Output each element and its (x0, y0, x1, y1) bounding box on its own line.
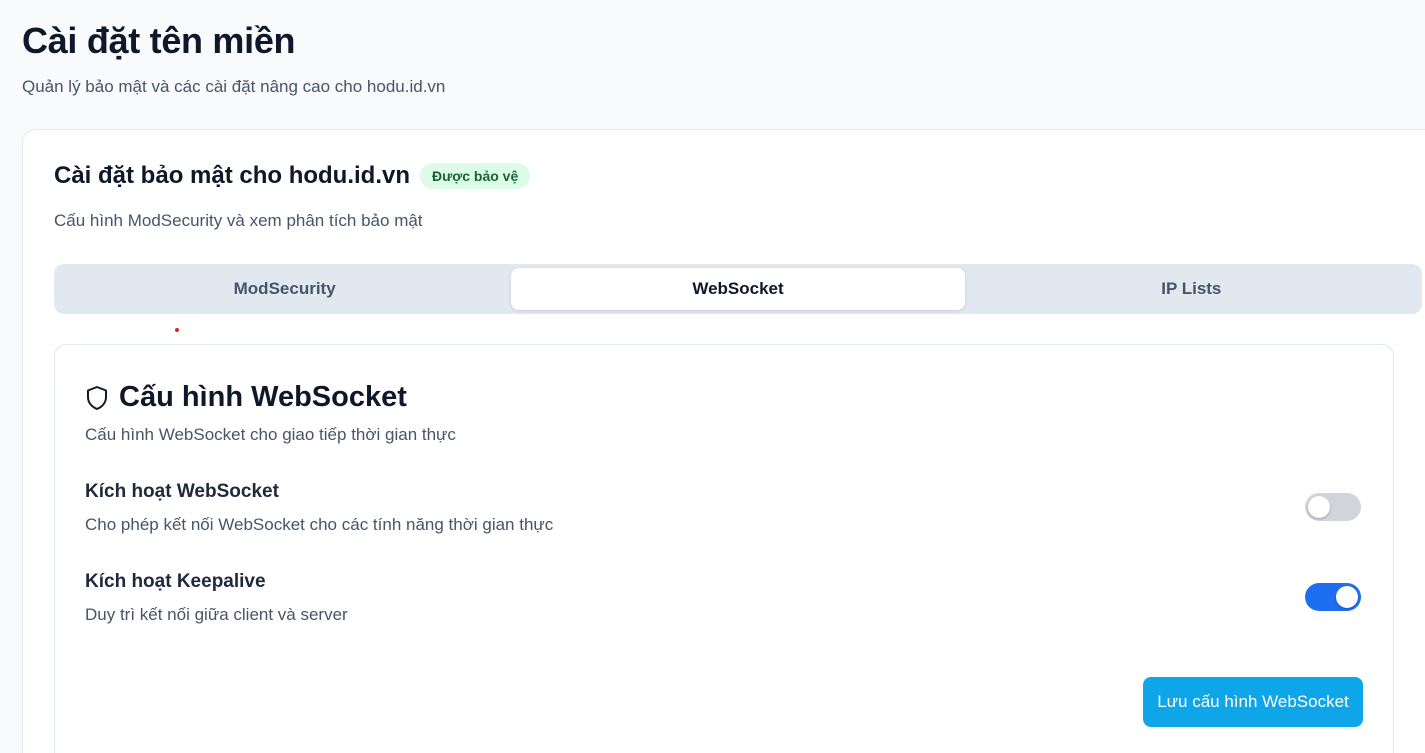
save-websocket-button[interactable]: Lưu cấu hình WebSocket (1143, 677, 1363, 727)
card-title: Cài đặt bảo mật cho hodu.id.vn (54, 162, 411, 189)
setting-keepalive: Kích hoạt Keepalive Duy trì kết nối giữa… (85, 571, 1361, 625)
panel-header: Cấu hình WebSocket (85, 381, 407, 414)
keepalive-toggle[interactable] (1305, 583, 1361, 611)
toggle-knob (1336, 586, 1358, 608)
setting-label: Kích hoạt WebSocket (85, 481, 279, 502)
page: Cài đặt tên miền Quản lý bảo mật và các … (0, 0, 1425, 753)
page-title: Cài đặt tên miền (22, 20, 296, 61)
websocket-toggle[interactable] (1305, 493, 1361, 521)
setting-description: Cho phép kết nối WebSocket cho các tính … (85, 515, 554, 534)
page-subtitle: Quản lý bảo mật và các cài đặt nâng cao … (22, 77, 446, 96)
tab-ip-lists[interactable]: IP Lists (965, 268, 1418, 310)
card-description: Cấu hình ModSecurity và xem phân tích bả… (54, 211, 423, 230)
tab-websocket[interactable]: WebSocket (511, 268, 965, 310)
websocket-config-panel: Cấu hình WebSocket Cấu hình WebSocket ch… (54, 344, 1394, 753)
red-dot-marker (175, 328, 179, 332)
panel-title: Cấu hình WebSocket (119, 381, 407, 413)
setting-websocket: Kích hoạt WebSocket Cho phép kết nối Web… (85, 481, 1361, 535)
toggle-knob (1308, 496, 1330, 518)
panel-description: Cấu hình WebSocket cho giao tiếp thời gi… (85, 425, 456, 444)
tab-modsecurity[interactable]: ModSecurity (58, 268, 511, 310)
shield-icon (85, 385, 109, 411)
status-badge: Được bảo vệ (420, 163, 531, 189)
setting-description: Duy trì kết nối giữa client và server (85, 605, 348, 624)
tab-list: ModSecurity WebSocket IP Lists (54, 264, 1422, 314)
card-header: Cài đặt bảo mật cho hodu.id.vn Được bảo … (54, 162, 531, 190)
setting-label: Kích hoạt Keepalive (85, 571, 266, 592)
security-settings-card: Cài đặt bảo mật cho hodu.id.vn Được bảo … (22, 129, 1425, 753)
